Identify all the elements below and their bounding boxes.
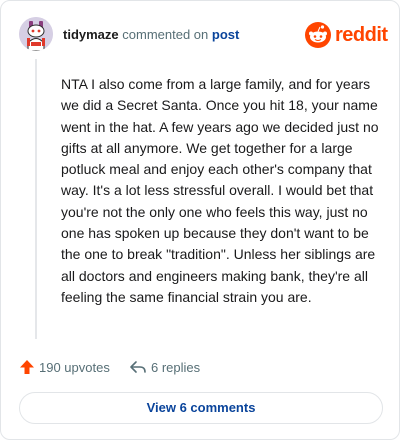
comment-header: tidymaze commented on post reddit: [19, 17, 388, 53]
comment-byline: tidymaze commented on post: [63, 27, 239, 43]
view-comments-button[interactable]: View 6 comments: [19, 392, 383, 424]
thread-line: [35, 59, 37, 339]
byline-action-text: commented on: [122, 27, 209, 42]
upvote-arrow-icon: [20, 360, 34, 374]
comment-body: NTA I also come from a large family, and…: [61, 76, 379, 305]
reply-arrow-icon: [130, 361, 146, 373]
reddit-wordmark: reddit: [335, 24, 388, 46]
reddit-snoo-icon: [305, 22, 331, 48]
avatar-icon: [19, 17, 53, 51]
reply-count: 6 replies: [151, 360, 201, 375]
avatar[interactable]: [19, 17, 53, 51]
reddit-logo[interactable]: reddit: [305, 22, 388, 48]
upvote-count: 190 upvotes: [39, 360, 110, 375]
post-link[interactable]: post: [212, 27, 239, 42]
comment-card: tidymaze commented on post reddit NTA I …: [0, 0, 400, 440]
comment-stats: 190 upvotes 6 replies: [19, 357, 383, 379]
author-username[interactable]: tidymaze: [63, 27, 119, 42]
